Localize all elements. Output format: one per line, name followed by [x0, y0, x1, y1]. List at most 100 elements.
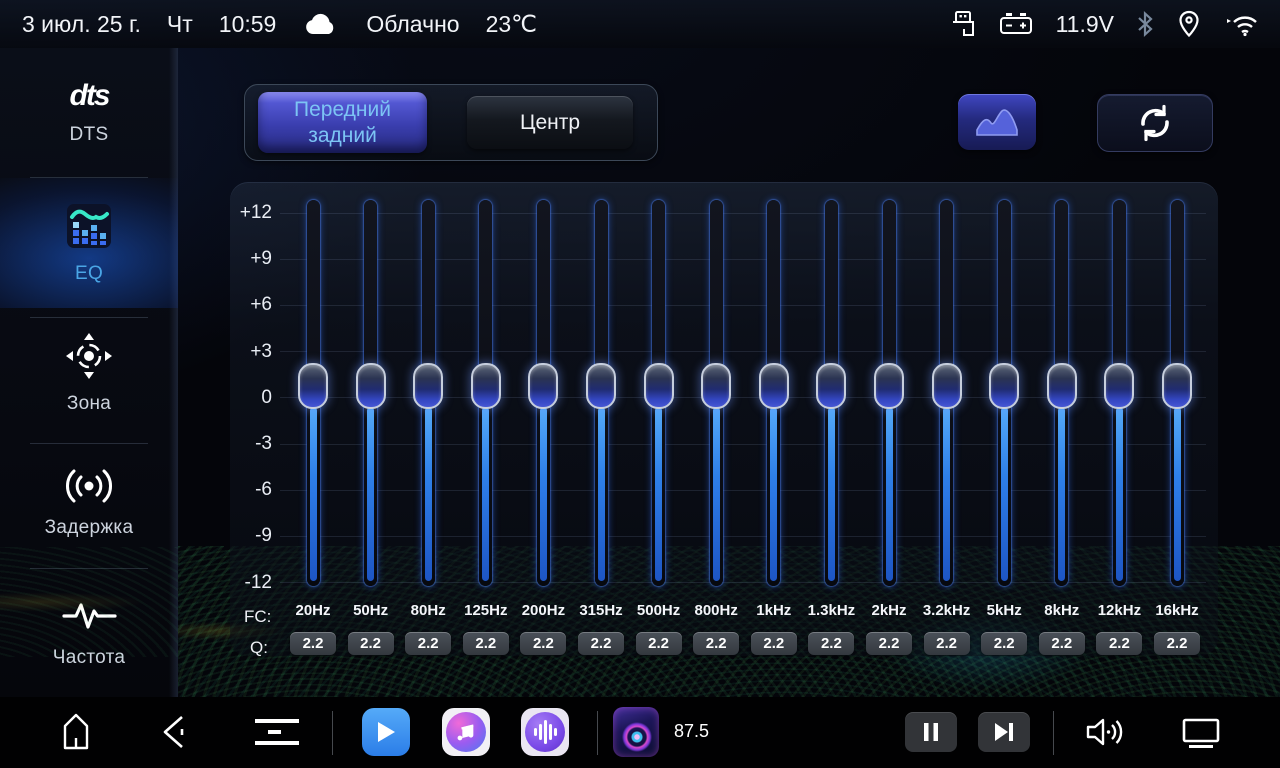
eq-band-slider[interactable]	[356, 182, 386, 596]
screen-off-button[interactable]	[1180, 717, 1222, 749]
back-button[interactable]	[158, 714, 188, 750]
eq-slider-fill	[655, 407, 662, 581]
eq-band-frequency: 50Hz	[338, 602, 404, 619]
eq-slider-fill	[367, 407, 374, 581]
eq-band-q-button[interactable]: 2.2	[866, 632, 912, 655]
eq-band-slider[interactable]	[413, 182, 443, 596]
music-app-icon[interactable]	[442, 708, 490, 756]
eq-band-slider[interactable]	[1047, 182, 1077, 596]
eq-band-q-button[interactable]: 2.2	[520, 632, 566, 655]
eq-slider-fill	[540, 407, 547, 581]
eq-band-slider[interactable]	[1162, 182, 1192, 596]
eq-band-frequency: 315Hz	[568, 602, 634, 619]
sidebar-item-label: EQ	[75, 263, 103, 285]
tab-center[interactable]: Центр	[467, 96, 633, 149]
sidebar-item-eq[interactable]: EQ	[0, 178, 178, 308]
eq-band-slider[interactable]	[989, 182, 1019, 596]
eq-band-slider[interactable]	[1104, 182, 1134, 596]
wifi-icon	[1224, 10, 1260, 38]
eq-slider-knob[interactable]	[471, 363, 501, 409]
tab-front-rear-line2: задний	[308, 123, 377, 149]
frequency-wave-icon	[59, 596, 119, 636]
eq-band-slider[interactable]	[816, 182, 846, 596]
eq-slider-fill	[1001, 407, 1008, 581]
eq-band-q-button[interactable]: 2.2	[405, 632, 451, 655]
eq-band-frequency: 3.2kHz	[914, 602, 980, 619]
eq-band-q-button[interactable]: 2.2	[751, 632, 797, 655]
eq-slider-knob[interactable]	[701, 363, 731, 409]
video-player-app-icon[interactable]	[362, 708, 410, 756]
home-button[interactable]	[58, 710, 94, 754]
eq-slider-knob[interactable]	[528, 363, 558, 409]
pause-button[interactable]	[905, 712, 957, 752]
eq-slider-knob[interactable]	[1162, 363, 1192, 409]
eq-band-q-button[interactable]: 2.2	[636, 632, 682, 655]
eq-band-frequency: 16kHz	[1144, 602, 1210, 619]
eq-band-q-button[interactable]: 2.2	[463, 632, 509, 655]
eq-curve-preset-button[interactable]	[958, 94, 1036, 150]
eq-band-slider[interactable]	[701, 182, 731, 596]
menu-button[interactable]	[252, 717, 302, 747]
status-day: Чт	[167, 11, 193, 38]
tab-front-rear[interactable]: Передний задний	[258, 92, 427, 153]
voice-app-icon[interactable]	[521, 708, 569, 756]
eq-band-q-button[interactable]: 2.2	[808, 632, 854, 655]
eq-slider-fill	[886, 407, 893, 581]
eq-band-slider[interactable]	[586, 182, 616, 596]
sidebar-item-dts[interactable]: dts DTS	[0, 48, 178, 178]
eq-band-slider[interactable]	[932, 182, 962, 596]
eq-slider-fill	[1116, 407, 1123, 581]
eq-slider-knob[interactable]	[759, 363, 789, 409]
eq-band-frequency: 500Hz	[626, 602, 692, 619]
eq-band-slider[interactable]	[759, 182, 789, 596]
battery-voltage-icon	[998, 10, 1034, 38]
bottom-bar-divider	[1053, 711, 1054, 755]
eq-band-q-button[interactable]: 2.2	[693, 632, 739, 655]
eq-slider-knob[interactable]	[1047, 363, 1077, 409]
eq-band-frequency: 2kHz	[856, 602, 922, 619]
eq-slider-knob[interactable]	[413, 363, 443, 409]
sidebar-item-delay[interactable]: Задержка	[0, 437, 178, 567]
eq-band-slider[interactable]	[528, 182, 558, 596]
tab-front-rear-line1: Передний	[294, 97, 391, 123]
eq-scale-label: +9	[230, 248, 272, 270]
eq-band-frequency: 200Hz	[510, 602, 576, 619]
eq-slider-knob[interactable]	[356, 363, 386, 409]
speaker-tab-bar: Передний задний Центр	[244, 84, 658, 161]
bottom-bar-divider	[597, 711, 598, 755]
eq-band-slider[interactable]	[298, 182, 328, 596]
status-temperature: 23℃	[486, 11, 537, 38]
eq-slider-knob[interactable]	[644, 363, 674, 409]
volume-button[interactable]	[1084, 714, 1124, 750]
eq-slider-knob[interactable]	[932, 363, 962, 409]
sidebar-item-zone[interactable]: Зона	[0, 308, 178, 438]
eq-slider-knob[interactable]	[989, 363, 1019, 409]
eq-band-q-button[interactable]: 2.2	[981, 632, 1027, 655]
q-axis-label: Q:	[250, 638, 268, 658]
sidebar-item-frequency[interactable]: Частота	[0, 567, 178, 697]
eq-band-slider[interactable]	[644, 182, 674, 596]
eq-band-q-button[interactable]: 2.2	[1154, 632, 1200, 655]
radio-app-icon[interactable]	[613, 707, 659, 757]
eq-band-q-button[interactable]: 2.2	[924, 632, 970, 655]
eq-band-slider[interactable]	[471, 182, 501, 596]
eq-band-q-button[interactable]: 2.2	[578, 632, 624, 655]
eq-band-q-button[interactable]: 2.2	[290, 632, 336, 655]
eq-slider-fill	[943, 407, 950, 581]
eq-band-q-button[interactable]: 2.2	[1096, 632, 1142, 655]
eq-slider-knob[interactable]	[1104, 363, 1134, 409]
reset-button[interactable]	[1097, 94, 1213, 152]
eq-slider-knob[interactable]	[298, 363, 328, 409]
eq-slider-knob[interactable]	[874, 363, 904, 409]
tab-center-label: Центр	[520, 111, 580, 135]
eq-band-slider[interactable]	[874, 182, 904, 596]
eq-scale-label: +6	[230, 294, 272, 316]
next-track-button[interactable]	[978, 712, 1030, 752]
bluetooth-icon	[1136, 10, 1154, 38]
sidebar-item-label: Задержка	[45, 517, 134, 539]
eq-band-q-button[interactable]: 2.2	[1039, 632, 1085, 655]
eq-slider-knob[interactable]	[816, 363, 846, 409]
eq-slider-knob[interactable]	[586, 363, 616, 409]
eq-band-q-button[interactable]: 2.2	[348, 632, 394, 655]
eq-scale-label: -9	[230, 525, 272, 547]
